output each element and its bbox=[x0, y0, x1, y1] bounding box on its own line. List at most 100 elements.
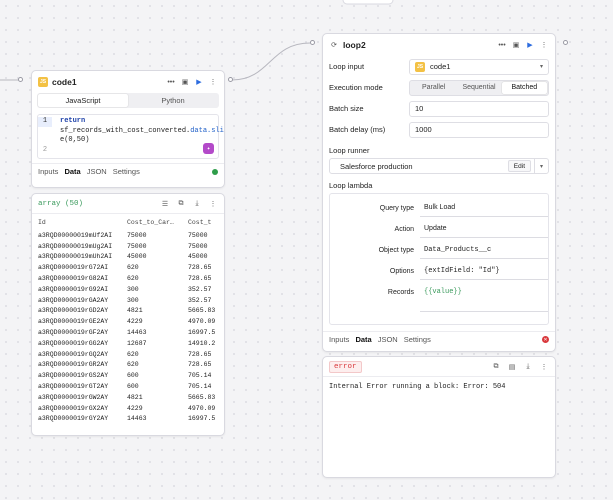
table-cell: 728.65 bbox=[188, 350, 212, 358]
code1-input-handle[interactable] bbox=[18, 77, 23, 82]
chevron-down-icon[interactable]: ▾ bbox=[534, 159, 548, 173]
query-type-select[interactable]: Bulk Load bbox=[420, 202, 548, 217]
loop-node-header: ⟳ loop2 ••• ▣ ▶ ⋮ bbox=[323, 34, 555, 56]
records-input[interactable]: {{value}} bbox=[420, 286, 548, 312]
table-cell: 728.65 bbox=[188, 264, 212, 272]
code-line: sf_records_with_cost_converted. bbox=[60, 126, 191, 135]
copy-icon[interactable]: ⧉ bbox=[176, 199, 186, 209]
line-number: 2 bbox=[42, 145, 48, 154]
table-cell: a3RQD0000019rG92AI bbox=[38, 285, 109, 293]
more-icon[interactable]: ⋮ bbox=[539, 40, 549, 50]
loop2-output-handle[interactable] bbox=[563, 40, 568, 45]
action-select[interactable]: Update bbox=[420, 223, 548, 238]
column-header[interactable]: Cost_t bbox=[188, 219, 218, 226]
execution-mode-label: Execution mode bbox=[329, 83, 383, 92]
expand-icon[interactable]: ▤ bbox=[507, 362, 517, 372]
loop-runner-select[interactable]: Salesforce production Edit ▾ bbox=[329, 158, 549, 174]
table-row: a3RQD0000019rGF2AY 14463 16997.5 bbox=[32, 327, 224, 338]
play-icon[interactable]: ▶ bbox=[525, 40, 535, 50]
table-cell: 728.65 bbox=[188, 361, 212, 369]
code-editor[interactable]: 1 2 return sf_records_with_cost_converte… bbox=[37, 114, 224, 159]
table-cell: 16997.5 bbox=[188, 415, 216, 423]
table-cell: 600 bbox=[127, 383, 139, 391]
table-cell: 728.65 bbox=[188, 275, 212, 283]
table-cell: a3RQD0000019rGF2AY bbox=[38, 329, 109, 337]
loop-input-select[interactable]: JS code1 ▾ bbox=[409, 58, 549, 75]
more-icon[interactable]: ⋮ bbox=[208, 77, 218, 87]
table-cell: 14463 bbox=[127, 329, 147, 337]
table-cell: 4229 bbox=[127, 404, 143, 412]
table-row: a3RQD0000019rGQ2AY 620 728.65 bbox=[32, 349, 224, 360]
tab-settings[interactable]: Settings bbox=[404, 335, 431, 344]
table-cell: 75000 bbox=[188, 242, 208, 250]
action-row: Action Update bbox=[330, 220, 548, 241]
loop2-input-handle[interactable] bbox=[310, 40, 315, 45]
loop-lambda-panel: Query type Bulk Load Action Update Objec… bbox=[329, 193, 549, 325]
batch-delay-input[interactable]: 1000 bbox=[409, 121, 549, 138]
error-status-icon: ✕ bbox=[542, 336, 549, 343]
language-javascript[interactable]: JavaScript bbox=[38, 94, 128, 107]
language-python[interactable]: Python bbox=[128, 94, 218, 107]
mode-batched[interactable]: Batched bbox=[501, 81, 547, 94]
loop-node[interactable]: ⟳ loop2 ••• ▣ ▶ ⋮ Loop input JS code1 ▾ … bbox=[322, 33, 556, 352]
table-body: a3RQD00000019mUf2AI 75000 75000 a3RQD000000… bbox=[32, 230, 224, 424]
table-cell: a3RQD00000019mUf2AI bbox=[38, 231, 113, 239]
menu-icon[interactable]: ••• bbox=[497, 40, 507, 50]
window-icon[interactable]: ▣ bbox=[511, 40, 521, 50]
ai-assist-icon[interactable]: ✦ bbox=[203, 143, 214, 154]
table-cell: a3RQD0000019rG82AI bbox=[38, 275, 109, 283]
code1-output-handle[interactable] bbox=[228, 77, 233, 82]
mode-parallel[interactable]: Parallel bbox=[411, 82, 456, 94]
tab-json[interactable]: JSON bbox=[87, 167, 107, 176]
window-icon[interactable]: ▣ bbox=[180, 77, 190, 87]
tab-settings[interactable]: Settings bbox=[113, 167, 140, 176]
object-type-label: Object type bbox=[378, 247, 414, 254]
table-cell: a3RQD0000019rGY2AY bbox=[38, 415, 109, 423]
loop-node-title: loop2 bbox=[343, 40, 366, 50]
copy-icon[interactable]: ⧉ bbox=[491, 362, 501, 372]
table-cell: 620 bbox=[127, 350, 139, 358]
code-line: data.slic bbox=[190, 126, 225, 135]
batch-size-label: Batch size bbox=[329, 104, 364, 113]
table-cell: 705.14 bbox=[188, 383, 212, 391]
code-node[interactable]: JS code1 ••• ▣ ▶ ⋮ JavaScript Python 1 2… bbox=[31, 70, 225, 188]
tab-json[interactable]: JSON bbox=[378, 335, 398, 344]
table-cell: 352.57 bbox=[188, 296, 212, 304]
table-cell: a3RQD0000019rGE2AY bbox=[38, 318, 109, 326]
table-cell: 620 bbox=[127, 361, 139, 369]
table-row: a3RQD0000019rGS2AY 600 705.14 bbox=[32, 370, 224, 381]
tab-data[interactable]: Data bbox=[355, 335, 371, 344]
download-icon[interactable]: ⤓ bbox=[523, 362, 533, 372]
menu-icon[interactable]: ••• bbox=[166, 77, 176, 87]
error-output-panel: error ⧉ ▤ ⤓ ⋮ Internal Error running a b… bbox=[322, 356, 556, 478]
table-cell: 5665.83 bbox=[188, 393, 216, 401]
table-cell: 4229 bbox=[127, 318, 143, 326]
more-icon[interactable]: ⋮ bbox=[539, 362, 549, 372]
code-line: return bbox=[60, 117, 86, 125]
more-icon[interactable]: ⋮ bbox=[208, 199, 218, 209]
tab-data[interactable]: Data bbox=[64, 167, 80, 176]
data-output-panel: array (50) ☰ ⧉ ⤓ ⋮ Id Cost_to_Car… Cost_… bbox=[31, 193, 225, 436]
column-header[interactable]: Id bbox=[32, 219, 127, 226]
play-icon[interactable]: ▶ bbox=[194, 77, 204, 87]
download-icon[interactable]: ⤓ bbox=[192, 199, 202, 209]
filter-icon[interactable]: ☰ bbox=[160, 199, 170, 209]
options-input[interactable]: {extIdField: "Id"} bbox=[420, 265, 548, 280]
mode-sequential[interactable]: Sequential bbox=[456, 82, 501, 94]
table-row: a3RQD00000019mUf2AI 75000 75000 bbox=[32, 230, 224, 241]
tab-inputs[interactable]: Inputs bbox=[38, 167, 58, 176]
table-row: a3RQD0000019rGD2AY 4821 5665.83 bbox=[32, 306, 224, 317]
column-header[interactable]: Cost_to_Car… bbox=[127, 219, 188, 226]
table-row: a3RQD0000019rG72AI 620 728.65 bbox=[32, 262, 224, 273]
table-row: a3RQD0000019rGA2AY 300 352.57 bbox=[32, 295, 224, 306]
edit-button[interactable]: Edit bbox=[507, 160, 531, 172]
table-cell: 75000 bbox=[188, 231, 208, 239]
tab-inputs[interactable]: Inputs bbox=[329, 335, 349, 344]
object-type-input[interactable]: Data_Products__c bbox=[420, 244, 548, 259]
batch-delay-label: Batch delay (ms) bbox=[329, 125, 386, 134]
table-cell: 75000 bbox=[127, 242, 147, 250]
batch-size-input[interactable]: 10 bbox=[409, 100, 549, 117]
table-cell: 45000 bbox=[188, 253, 208, 261]
execution-mode-toggle: Parallel Sequential Batched bbox=[409, 79, 549, 96]
table-cell: 16997.5 bbox=[188, 329, 216, 337]
